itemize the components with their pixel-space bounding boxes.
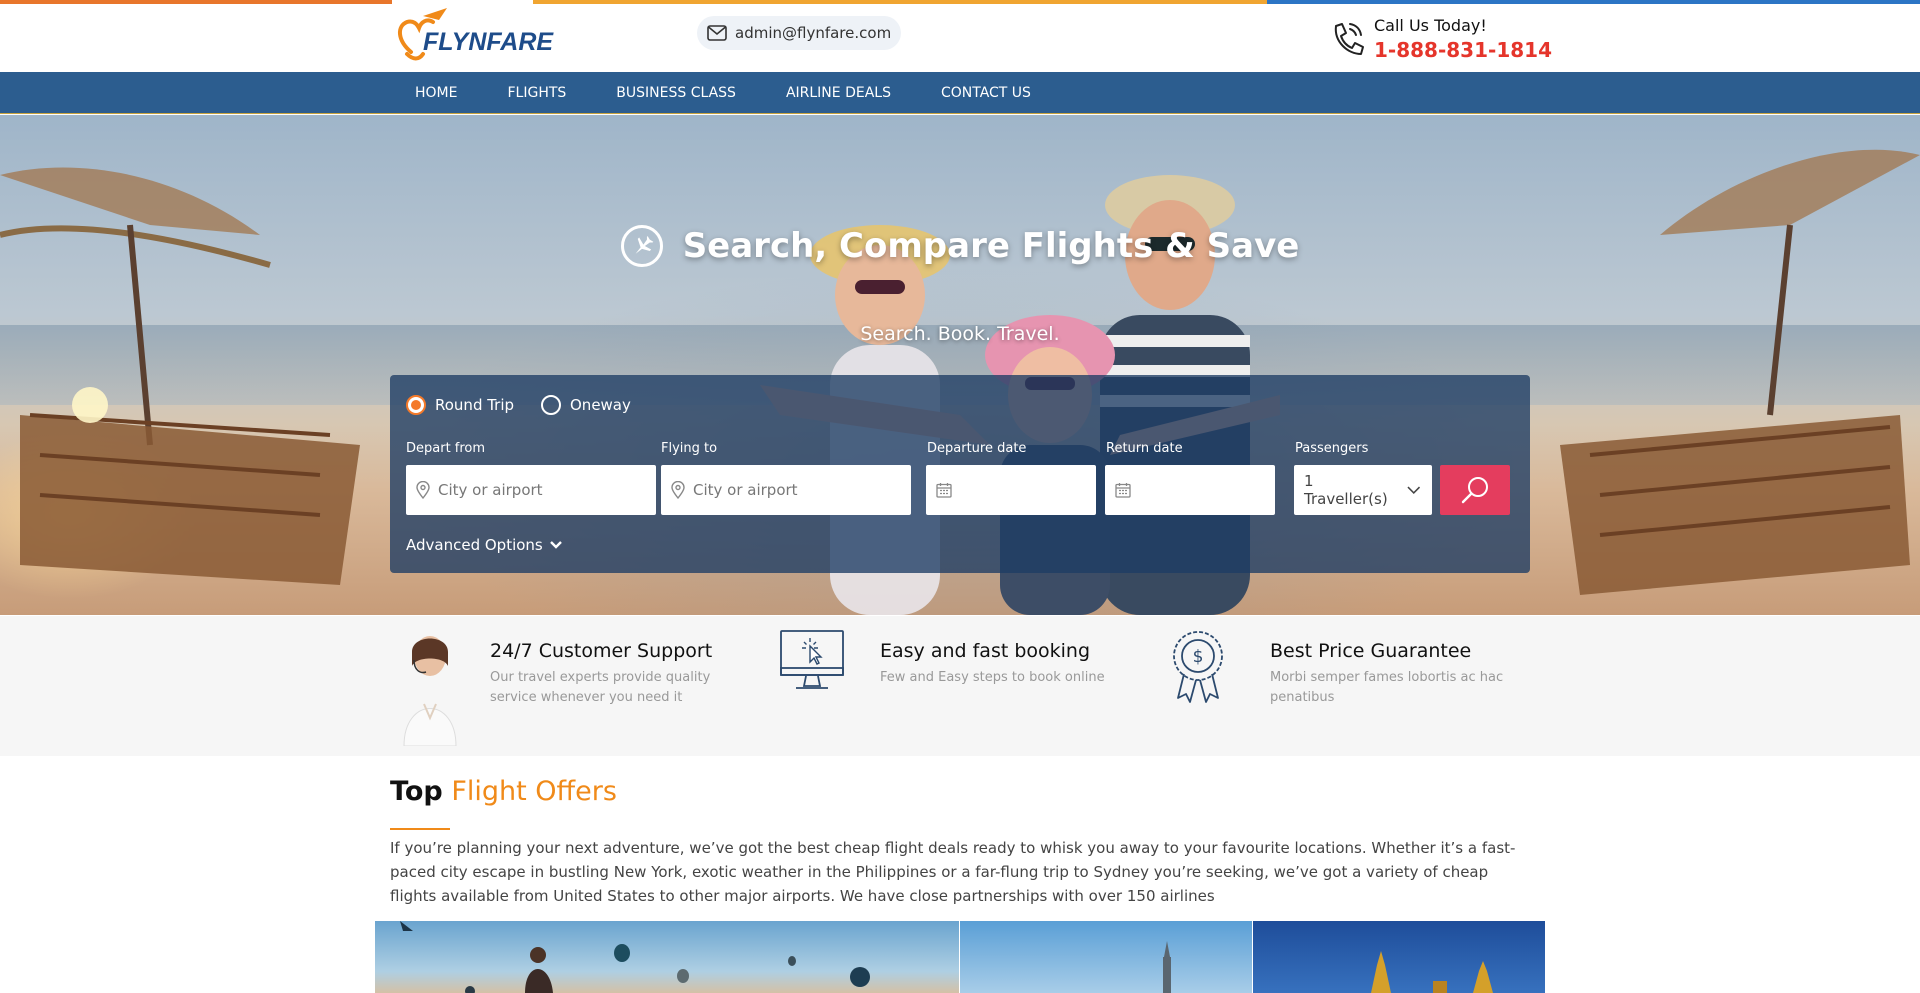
passengers-label: Passengers <box>1295 441 1369 456</box>
golden-temple-illustration <box>1371 951 1493 993</box>
radio-unselected-icon <box>541 395 561 415</box>
svg-text:$: $ <box>1193 647 1204 667</box>
flying-to-field[interactable] <box>661 465 911 515</box>
offers-heading-bold: Top <box>390 776 443 807</box>
return-date-label: Return date <box>1106 441 1183 456</box>
radio-selected-icon <box>406 395 426 415</box>
hot-air-balloons-illustration <box>400 921 870 993</box>
feature-support-title: 24/7 Customer Support <box>490 640 713 662</box>
header-email-text: admin@flynfare.com <box>735 24 892 42</box>
calendar-icon <box>1115 483 1131 498</box>
top-flight-offers: Top Flight Offers If you’re planning you… <box>0 756 1920 993</box>
feature-booking-title: Easy and fast booking <box>880 640 1091 662</box>
passengers-value: 1 Traveller(s) <box>1304 472 1388 508</box>
offers-heading-accent: Flight Offers <box>451 776 617 807</box>
feature-booking-desc: Few and Easy steps to book online <box>880 670 1105 685</box>
nav-item-flights[interactable]: FLIGHTS <box>482 72 591 114</box>
advanced-options-label: Advanced Options <box>406 536 543 554</box>
nav-item-airline-deals[interactable]: AIRLINE DEALS <box>761 72 916 114</box>
site-header: FLYNFARE admin@flynfare.com Call Us Toda… <box>0 4 1920 72</box>
trip-type-oneway[interactable]: Oneway <box>541 395 631 415</box>
logo-text: FLYNFARE <box>423 28 554 56</box>
map-pin-icon <box>671 481 685 499</box>
flying-to-label: Flying to <box>661 441 718 456</box>
header-email[interactable]: admin@flynfare.com <box>697 16 902 50</box>
envelope-icon <box>707 25 727 41</box>
search-icon <box>1461 477 1488 504</box>
feature-price-title: Best Price Guarantee <box>1270 640 1472 662</box>
feature-price-desc: Morbi semper fames lobortis ac hac penat… <box>1270 670 1504 705</box>
passengers-select[interactable]: 1 Traveller(s) <box>1294 465 1432 515</box>
feature-support: 24/7 Customer Support Our travel experts… <box>390 616 760 756</box>
depart-from-label: Depart from <box>406 441 486 456</box>
departure-date-label: Departure date <box>927 441 1027 456</box>
feature-support-desc: Our travel experts provide quality servi… <box>490 670 711 705</box>
main-nav: HOME FLIGHTS BUSINESS CLASS AIRLINE DEAL… <box>0 72 1920 114</box>
offer-image-temple[interactable] <box>1253 921 1545 993</box>
nav-item-business-class[interactable]: BUSINESS CLASS <box>591 72 761 114</box>
hero-title-wrap: Search, Compare Flights & Save <box>0 225 1920 267</box>
feature-booking: Easy and fast booking Few and Easy steps… <box>780 616 1130 756</box>
nav-item-contact-us[interactable]: CONTACT US <box>916 72 1056 114</box>
trip-type-round-trip[interactable]: Round Trip <box>406 395 514 415</box>
chevron-down-icon <box>549 541 562 549</box>
heading-underline <box>390 828 450 830</box>
advanced-options-toggle[interactable]: Advanced Options <box>406 536 563 554</box>
beach-umbrella-left-illustration <box>0 167 360 585</box>
phone-icon <box>1334 23 1364 55</box>
depart-from-field[interactable] <box>406 465 656 515</box>
features-strip: 24/7 Customer Support Our travel experts… <box>0 616 1920 756</box>
depart-from-input[interactable] <box>438 481 638 499</box>
departure-date-field[interactable] <box>926 465 1096 515</box>
beach-umbrella-right-illustration <box>1560 149 1920 595</box>
oneway-label: Oneway <box>570 396 631 414</box>
flynfare-logo[interactable]: FLYNFARE <box>393 6 553 68</box>
search-flights-button[interactable] <box>1440 465 1510 515</box>
nav-item-home[interactable]: HOME <box>390 72 482 114</box>
calendar-icon <box>936 483 952 498</box>
return-date-field[interactable] <box>1105 465 1275 515</box>
offers-description: If you’re planning your next adventure, … <box>390 839 1516 905</box>
price-badge-icon: $ <box>1173 631 1223 703</box>
call-number[interactable]: 1-888-831-1814 <box>1374 38 1552 62</box>
flight-search-form: Round Trip Oneway Depart from Flying to … <box>390 375 1530 573</box>
computer-click-icon <box>780 630 844 689</box>
chevron-down-icon <box>1406 486 1420 494</box>
offer-image-balloons[interactable] <box>375 921 959 993</box>
feature-price: $ Best Price Guarantee Morbi semper fame… <box>1170 616 1540 756</box>
call-label: Call Us Today! <box>1374 16 1487 35</box>
tower-illustration <box>1163 941 1171 993</box>
hero-subtitle: Search. Book. Travel. <box>860 323 1060 345</box>
map-pin-icon <box>416 481 430 499</box>
hero-title: Search, Compare Flights & Save <box>620 225 1300 267</box>
call-box[interactable]: Call Us Today! 1-888-831-1814 <box>1328 12 1588 62</box>
offers-heading: Top Flight Offers <box>390 776 617 807</box>
flying-to-input[interactable] <box>693 481 893 499</box>
hero-title-text: Search, Compare Flights & Save <box>682 226 1300 266</box>
round-trip-label: Round Trip <box>435 396 515 414</box>
offer-image-city-tower[interactable] <box>960 921 1252 993</box>
airplane-icon <box>620 225 663 267</box>
support-agent-icon <box>403 636 457 746</box>
